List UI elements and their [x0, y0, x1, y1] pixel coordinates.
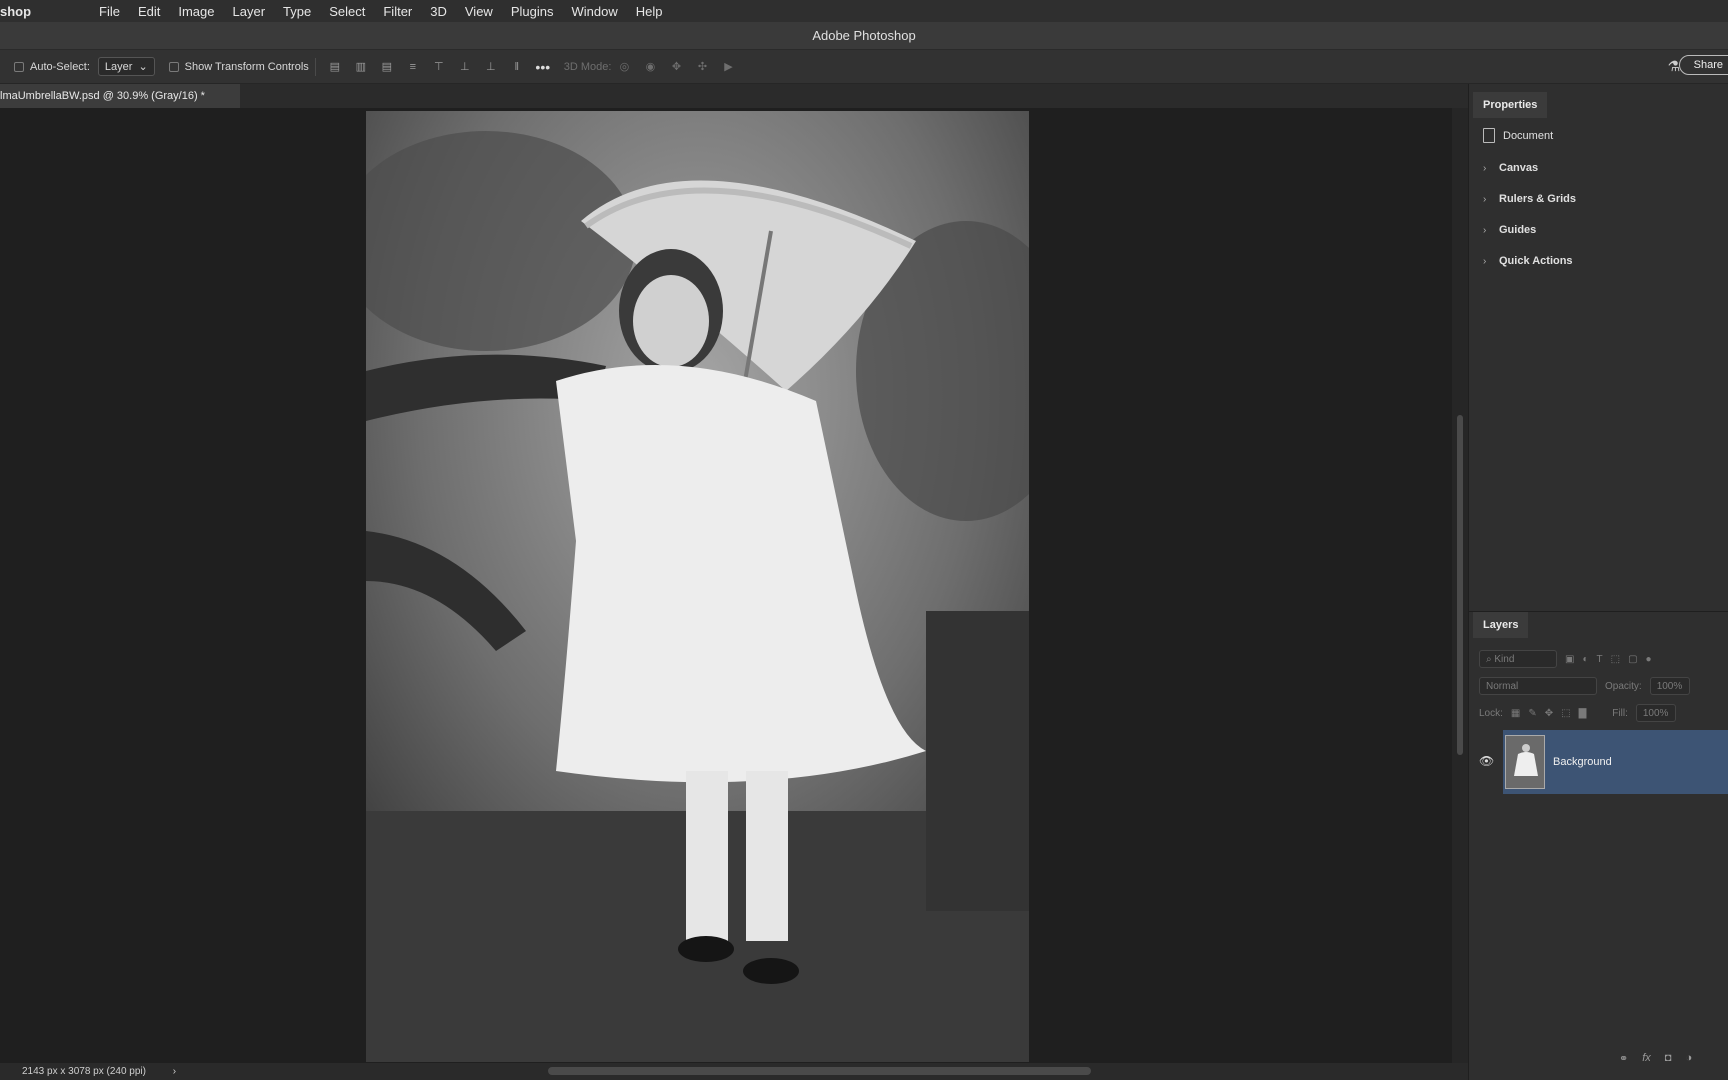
opacity-field[interactable]: 100%	[1649, 677, 1690, 695]
eye-icon[interactable]: 👁	[1479, 754, 1494, 768]
chevron-right-icon: ›	[1483, 255, 1487, 267]
menu-window[interactable]: Window	[562, 4, 626, 19]
fx-icon[interactable]: fx	[1642, 1052, 1651, 1065]
menu-select[interactable]: Select	[320, 4, 374, 19]
menu-plugins[interactable]: Plugins	[502, 4, 563, 19]
opacity-label: Opacity:	[1605, 680, 1642, 692]
lock-transparent-icon[interactable]: ▦	[1511, 708, 1520, 719]
align-top-icon[interactable]: ⊤	[432, 60, 446, 74]
chevron-right-icon: ›	[1483, 193, 1487, 205]
properties-document-row: Document	[1483, 128, 1553, 143]
layers-footer: ⚭ fx ◘ ◑	[1619, 1052, 1692, 1065]
more-options-icon[interactable]: •••	[535, 59, 550, 75]
layer-thumbnail-image	[1506, 736, 1544, 788]
menu-layer[interactable]: Layer	[224, 4, 275, 19]
transform-controls-label: Show Transform Controls	[184, 60, 309, 73]
link-layers-icon[interactable]: ⚭	[1619, 1052, 1628, 1065]
section-guides[interactable]: › Guides	[1483, 224, 1536, 236]
share-button[interactable]: Share	[1678, 55, 1728, 75]
chevron-right-icon: ›	[1483, 162, 1487, 174]
lock-label: Lock:	[1479, 707, 1503, 719]
document-label: Document	[1503, 129, 1554, 142]
chevron-right-icon[interactable]: ›	[173, 1066, 176, 1077]
filter-smart-object-icon[interactable]: ▢	[1628, 654, 1637, 665]
camera-3d-icon[interactable]: ▶	[721, 60, 735, 74]
align-left-icon[interactable]: ▤	[328, 60, 342, 74]
align-middle-icon[interactable]: ⊥	[458, 60, 472, 74]
document-tab[interactable]: lmaUmbrellaBW.psd @ 30.9% (Gray/16) *	[0, 84, 240, 108]
window-title: Adobe Photoshop	[0, 22, 1728, 50]
document-icon	[1483, 128, 1495, 143]
lock-position-icon[interactable]: ✥	[1545, 708, 1553, 719]
menu-3d[interactable]: 3D	[421, 4, 456, 19]
menu-help[interactable]: Help	[627, 4, 672, 19]
section-rulers-grids[interactable]: › Rulers & Grids	[1483, 193, 1576, 205]
fill-label: Fill:	[1612, 707, 1628, 719]
lock-artboard-icon[interactable]: ⬚	[1561, 708, 1570, 719]
chevron-right-icon: ›	[1483, 224, 1487, 236]
align-right-icon[interactable]: ▤	[380, 60, 394, 74]
filter-type-icon[interactable]: T	[1597, 654, 1603, 665]
options-bar: Auto-Select: Layer ⌄ Show Transform Cont…	[0, 50, 1728, 84]
document-info: 2143 px x 3078 px (240 ppi)	[22, 1066, 146, 1077]
distribute-horizontal-icon[interactable]: ≡	[406, 60, 420, 74]
slide-3d-icon[interactable]: ✣	[695, 60, 709, 74]
auto-select-dropdown[interactable]: Layer ⌄	[97, 57, 155, 76]
section-canvas[interactable]: › Canvas	[1483, 162, 1538, 174]
flask-icon[interactable]: ⚗	[1667, 58, 1680, 75]
lock-all-icon[interactable]: ▇	[1579, 708, 1587, 719]
filter-pixel-icon[interactable]: ▣	[1565, 654, 1574, 665]
add-mask-icon[interactable]: ◘	[1665, 1052, 1672, 1065]
filter-adjustment-icon[interactable]: ◐	[1582, 654, 1588, 665]
fill-field[interactable]: 100%	[1635, 704, 1676, 722]
3d-mode-label: 3D Mode:	[563, 60, 612, 73]
menu-view[interactable]: View	[456, 4, 502, 19]
photo-illustration	[366, 111, 1029, 1062]
auto-select-label: Auto-Select:	[30, 60, 90, 73]
menu-image[interactable]: Image	[169, 4, 223, 19]
pan-3d-icon[interactable]: ✥	[669, 60, 683, 74]
layer-filter-dropdown[interactable]: ⌕ Kind	[1479, 650, 1557, 668]
filter-toggle-icon[interactable]: ●	[1646, 654, 1652, 665]
search-icon: ⌕	[1486, 653, 1492, 665]
auto-select-value: Layer	[104, 60, 133, 73]
orbit-3d-icon[interactable]: ◎	[617, 60, 631, 74]
layers-lock-row: Lock: ▦ ✎ ✥ ⬚ ▇ Fill: 100%	[1479, 704, 1676, 722]
transform-controls-checkbox[interactable]	[168, 61, 179, 72]
section-quick-actions[interactable]: › Quick Actions	[1483, 255, 1573, 267]
menu-file[interactable]: File	[90, 4, 129, 19]
align-center-icon[interactable]: ▥	[354, 60, 368, 74]
horizontal-scrollbar-thumb[interactable]	[548, 1067, 1091, 1075]
auto-select-checkbox[interactable]	[14, 61, 24, 72]
blend-mode-dropdown[interactable]: Normal	[1479, 677, 1597, 695]
menu-bar: shop File Edit Image Layer Type Select F…	[0, 0, 1728, 22]
right-panel: Properties Document › Canvas › Rulers & …	[1468, 84, 1728, 1080]
document-canvas-image[interactable]	[366, 111, 1029, 1062]
layer-thumbnail	[1505, 735, 1545, 789]
chevron-down-icon: ⌄	[138, 61, 148, 73]
layer-row-background[interactable]: Background	[1503, 730, 1728, 794]
filter-shape-icon[interactable]: ⬚	[1611, 654, 1620, 665]
layers-blend-row: Normal Opacity: 100%	[1479, 677, 1690, 695]
divider	[314, 57, 316, 76]
tab-layers[interactable]: Layers	[1473, 612, 1529, 638]
menu-filter[interactable]: Filter	[374, 4, 421, 19]
app-menu[interactable]: shop	[0, 4, 90, 19]
layers-filter-row: ⌕ Kind ▣ ◐ T ⬚ ▢ ●	[1479, 650, 1652, 668]
roll-3d-icon[interactable]: ◉	[643, 60, 657, 74]
tab-properties[interactable]: Properties	[1473, 92, 1548, 118]
vertical-scrollbar-thumb[interactable]	[1457, 415, 1463, 755]
menu-edit[interactable]: Edit	[129, 4, 169, 19]
lock-pixels-icon[interactable]: ✎	[1528, 708, 1536, 719]
layer-name: Background	[1553, 756, 1612, 768]
menu-type[interactable]: Type	[274, 4, 320, 19]
distribute-vertical-icon[interactable]: ‖	[510, 60, 524, 74]
align-bottom-icon[interactable]: ⊥	[484, 60, 498, 74]
adjustment-layer-icon[interactable]: ◑	[1685, 1052, 1692, 1065]
